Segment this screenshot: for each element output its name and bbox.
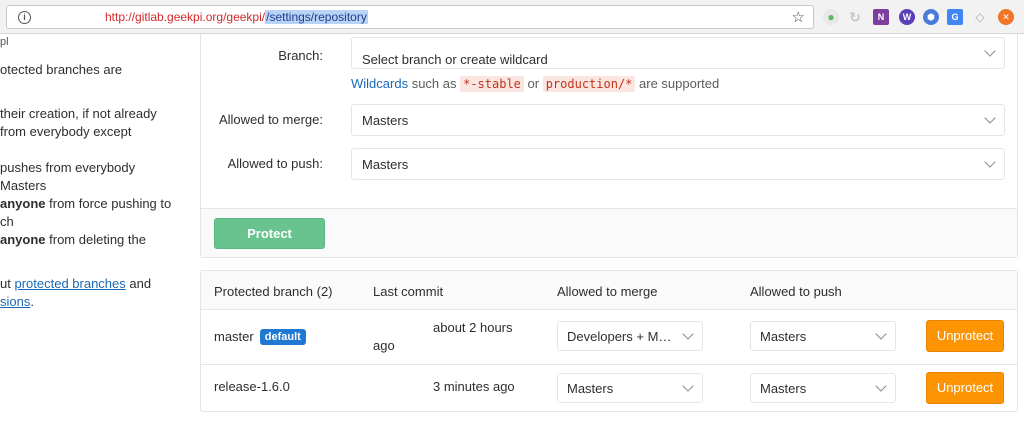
allowed-to-merge-label: Allowed to merge: <box>218 112 323 127</box>
emphasis-text: anyone <box>0 196 46 211</box>
description-line: sions. <box>0 294 34 309</box>
protect-branch-form: Branch: Select branch or create wildcard… <box>200 34 1018 258</box>
description-fragment: pl <box>0 36 9 48</box>
url-text[interactable]: http://gitlab.geekpi.org/geekpi//setting… <box>105 10 368 24</box>
branch-select[interactable]: Select branch or create wildcard <box>351 37 1005 69</box>
wappalyzer-extension-icon[interactable]: W <box>899 9 915 25</box>
protected-branches-link[interactable]: protected branches <box>14 276 125 291</box>
column-header-branch: Protected branch (2) <box>214 284 333 299</box>
default-badge: default <box>259 329 306 345</box>
shield-extension-icon[interactable]: ⬢ <box>923 9 939 25</box>
browser-toolbar: i http://gitlab.geekpi.org/geekpi//setti… <box>0 0 1024 34</box>
wildcard-hint: Wildcards such as *-stable or production… <box>351 76 720 92</box>
description-line: pushes from everybody <box>0 160 136 175</box>
last-commit-text: ago <box>373 338 395 353</box>
description-line: anyone from deleting the <box>0 232 146 247</box>
chevron-down-icon <box>984 156 996 168</box>
unprotect-button[interactable]: Unprotect <box>926 372 1004 404</box>
description-line: Masters <box>0 178 47 193</box>
last-commit-text: 3 minutes ago <box>433 379 515 394</box>
table-row: master default about 2 hours ago Develope… <box>201 310 1017 365</box>
allowed-to-push-label: Allowed to push: <box>227 156 323 171</box>
form-footer: Protect <box>201 208 1017 257</box>
protected-branches-table: Protected branch (2) Last commit Allowed… <box>200 270 1018 412</box>
description-line: from everybody except <box>0 124 132 139</box>
push-access-select[interactable]: Masters <box>750 373 896 403</box>
hint-text: or <box>523 76 543 91</box>
refresh-extension-icon[interactable]: ↻ <box>847 9 863 25</box>
code-example: production/* <box>542 76 636 92</box>
star-icon[interactable]: ☆ <box>792 8 805 26</box>
branch-select-placeholder: Select branch or create wildcard <box>362 52 548 67</box>
table-row: release-1.6.0 3 minutes ago Masters Mast… <box>201 365 1017 412</box>
hint-text: are supported <box>635 76 720 91</box>
description-text: and <box>125 276 152 291</box>
table-header: Protected branch (2) Last commit Allowed… <box>201 271 1017 310</box>
allowed-to-merge-select[interactable]: Masters <box>351 104 1005 136</box>
address-bar[interactable]: i http://gitlab.geekpi.org/geekpi//setti… <box>6 5 814 29</box>
onenote-extension-icon[interactable]: N <box>873 9 889 25</box>
push-access-select[interactable]: Masters <box>750 321 896 351</box>
description-text: from force pushing to <box>45 196 172 211</box>
permissions-link[interactable]: sions <box>0 294 30 309</box>
chevron-down-icon <box>875 328 887 340</box>
hint-text: such as <box>408 76 461 91</box>
emphasis-text: anyone <box>0 232 46 247</box>
select-value: Masters <box>760 381 807 396</box>
adblock-extension-icon[interactable]: ◇ <box>972 9 988 25</box>
close-extension-icon[interactable]: ✕ <box>998 9 1014 25</box>
description-line: anyone from force pushing to <box>0 196 171 211</box>
merge-access-select[interactable]: Developers + Masters <box>557 321 703 351</box>
description-line: ut protected branches and <box>0 276 151 291</box>
url-selected-path: /settings/repository <box>265 10 368 24</box>
select-value: Masters <box>760 329 807 344</box>
select-value: Masters <box>567 381 614 396</box>
branch-name: master <box>214 329 254 344</box>
unprotect-button[interactable]: Unprotect <box>926 320 1004 352</box>
column-header-allowed-to-push: Allowed to push <box>750 284 842 299</box>
description-line: ch <box>0 214 14 229</box>
select-value: Developers + Masters <box>567 329 675 344</box>
green-dot-extension-icon[interactable]: ● <box>823 9 839 25</box>
branch-label: Branch: <box>278 48 323 63</box>
chevron-down-icon <box>984 112 996 124</box>
column-header-last-commit: Last commit <box>373 284 444 299</box>
description-text: from deleting the <box>45 232 146 247</box>
allowed-to-push-select[interactable]: Masters <box>351 148 1005 180</box>
branch-name: release-1.6.0 <box>214 379 290 394</box>
select-value: Masters <box>362 113 409 128</box>
info-icon[interactable]: i <box>18 11 31 24</box>
protect-button[interactable]: Protect <box>214 218 325 249</box>
wildcards-link[interactable]: Wildcards <box>351 76 408 91</box>
protected-branches-description: pl otected branches are their creation, … <box>0 34 190 442</box>
select-value: Masters <box>362 157 409 172</box>
description-line: their creation, if not already <box>0 106 157 121</box>
merge-access-select[interactable]: Masters <box>557 373 703 403</box>
column-header-allowed-to-merge: Allowed to merge <box>557 284 658 299</box>
description-line: otected branches are <box>0 62 123 77</box>
description-text: . <box>30 294 34 309</box>
description-text: ut <box>0 276 15 291</box>
translate-extension-icon[interactable]: G <box>947 9 963 25</box>
chevron-down-icon <box>875 380 887 392</box>
chevron-down-icon <box>682 380 694 392</box>
chevron-down-icon <box>984 45 996 57</box>
url-base: http://gitlab.geekpi.org/geekpi/ <box>105 10 266 24</box>
last-commit-text: about 2 hours <box>433 320 513 335</box>
chevron-down-icon <box>682 328 694 340</box>
branch-name-cell: master default <box>214 329 306 346</box>
code-example: *-stable <box>460 76 524 92</box>
